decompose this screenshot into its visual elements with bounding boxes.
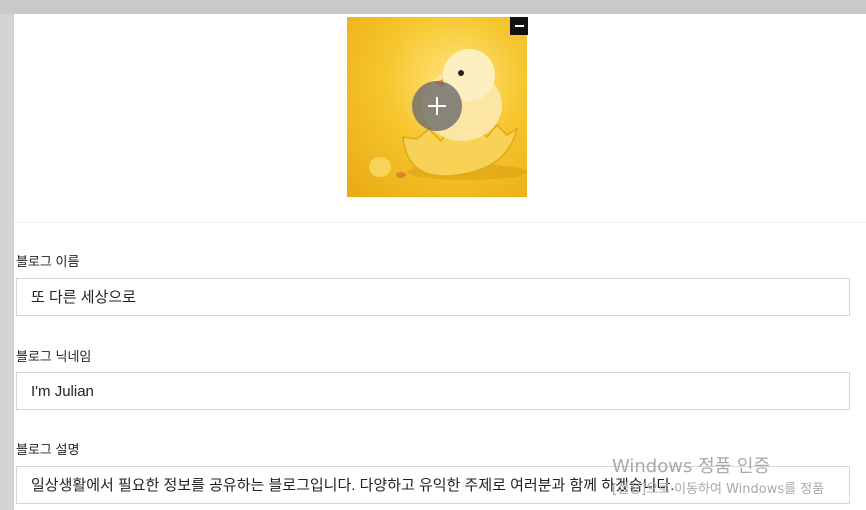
blog-settings-panel: 블로그 이름 또 다른 세상으로 블로그 닉네임 I'm Julian 블로그 … xyxy=(14,14,866,510)
section-divider xyxy=(14,222,866,223)
remove-image-button[interactable] xyxy=(510,17,528,35)
blog-nickname-input[interactable]: I'm Julian xyxy=(16,372,850,410)
blog-nickname-label: 블로그 닉네임 xyxy=(16,349,92,364)
blog-description-label: 블로그 설명 xyxy=(16,442,80,457)
change-image-button[interactable] xyxy=(412,81,462,131)
minus-icon xyxy=(514,25,524,27)
blog-name-label: 블로그 이름 xyxy=(16,254,80,269)
blog-name-input[interactable]: 또 다른 세상으로 xyxy=(16,278,850,316)
top-frame-strip xyxy=(0,0,866,14)
left-gutter xyxy=(0,14,14,510)
blog-description-input[interactable]: 일상생활에서 필요한 정보를 공유하는 블로그입니다. 다양하고 유익한 주제로… xyxy=(16,466,850,504)
